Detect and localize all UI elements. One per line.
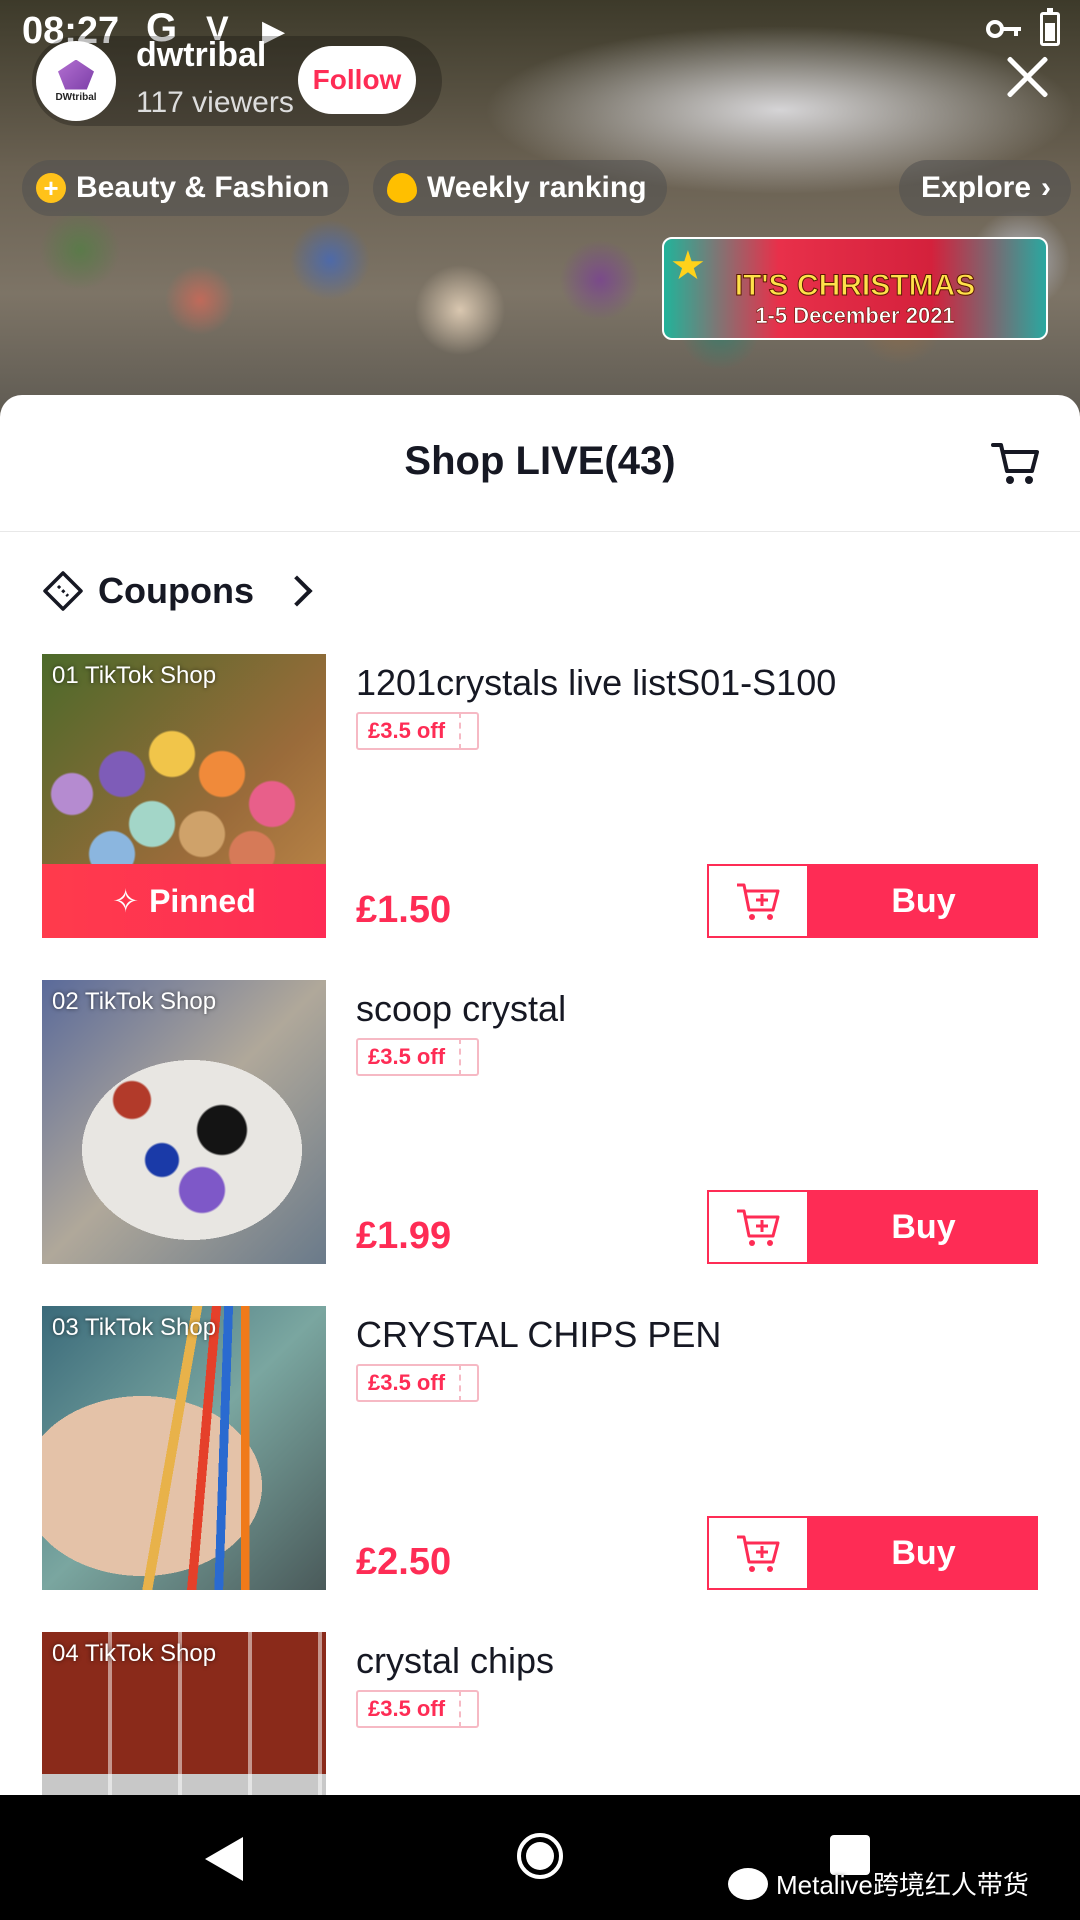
product-index-label: 02 TikTok Shop [52, 988, 217, 1015]
chip-label: Beauty & Fashion [76, 171, 330, 204]
shop-live-sheet: Shop LIVE(43) Coupons 01 TikTok Shop ✧ P… [0, 395, 1080, 1795]
product-title[interactable]: CRYSTAL CHIPS PEN [356, 1314, 721, 1356]
product-price: £1.99 [356, 1215, 452, 1257]
plus-coin-icon: + [36, 173, 66, 203]
product-title[interactable]: 1201crystals live listS01-S100 [356, 662, 836, 704]
product-index-label: 01 TikTok Shop [52, 662, 217, 689]
christmas-promo-banner[interactable]: ★ IT'S CHRISTMAS 1-5 December 2021 [662, 237, 1048, 340]
banner-headline: IT'S CHRISTMAS [734, 269, 976, 303]
chevron-right-icon: › [1041, 171, 1052, 204]
product-item[interactable]: 04 TikTok Shop crystal chips £3.5 off [42, 1632, 1038, 1795]
viewer-count: 117 viewers [136, 86, 294, 119]
product-index-label: 03 TikTok Shop [52, 1314, 217, 1341]
watermark-text: Metalive跨境红人带货 [776, 1870, 1029, 1900]
host-info[interactable]: DWtribal dwtribal 117 viewers Follow [32, 36, 442, 126]
status-indicators [986, 8, 1060, 46]
buy-controls: Buy [707, 1190, 1038, 1264]
add-to-cart-icon [737, 883, 780, 920]
pinned-badge: ✧ Pinned [42, 864, 326, 938]
flame-icon [387, 173, 417, 203]
sheet-header: Shop LIVE(43) [0, 395, 1080, 532]
product-thumbnail[interactable]: 03 TikTok Shop [42, 1306, 326, 1590]
coupon-ticket-icon [43, 571, 83, 611]
pin-icon: ✧ [112, 883, 140, 919]
product-title[interactable]: scoop crystal [356, 988, 566, 1030]
product-item[interactable]: 03 TikTok Shop CRYSTAL CHIPS PEN £3.5 of… [42, 1306, 1038, 1591]
coupons-label: Coupons [98, 570, 254, 611]
add-to-cart-button[interactable] [707, 1190, 809, 1264]
key-icon [986, 20, 1021, 38]
host-name: dwtribal [136, 36, 267, 74]
avatar-logo-text: DWtribal [55, 91, 97, 103]
battery-icon [1040, 8, 1060, 46]
buy-controls: Buy [707, 1516, 1038, 1590]
product-thumbnail[interactable]: 02 TikTok Shop [42, 980, 326, 1264]
product-thumbnail[interactable]: 04 TikTok Shop [42, 1632, 326, 1795]
coupon-tag: £3.5 off [356, 712, 480, 750]
follow-button[interactable]: Follow [298, 46, 416, 114]
coupon-tag: £3.5 off [356, 1038, 480, 1076]
coupon-tag: £3.5 off [356, 1690, 480, 1728]
crystal-logo-icon [58, 59, 94, 90]
product-thumbnail[interactable]: 01 TikTok Shop ✧ Pinned [42, 654, 326, 938]
coupons-link[interactable]: Coupons [42, 565, 313, 617]
wechat-icon [728, 1867, 768, 1900]
buy-button[interactable]: Buy [809, 864, 1038, 938]
buy-button[interactable]: Buy [809, 1190, 1038, 1264]
product-title[interactable]: crystal chips [356, 1640, 554, 1682]
buy-controls: Buy [707, 864, 1038, 938]
buy-button[interactable]: Buy [809, 1516, 1038, 1590]
pinned-label: Pinned [149, 882, 256, 919]
product-item[interactable]: 02 TikTok Shop scoop crystal £3.5 off £1… [42, 980, 1038, 1265]
chip-beauty-fashion[interactable]: + Beauty & Fashion [22, 160, 350, 216]
product-price: £1.50 [356, 889, 452, 931]
chip-label: Explore [921, 171, 1032, 204]
chevron-right-icon [281, 575, 313, 607]
product-item[interactable]: 01 TikTok Shop ✧ Pinned 1201crystals liv… [42, 654, 1038, 939]
add-to-cart-icon [737, 1209, 780, 1246]
home-icon[interactable] [517, 1833, 563, 1879]
chip-explore[interactable]: Explore › [899, 160, 1072, 216]
add-to-cart-button[interactable] [707, 864, 809, 938]
chip-weekly-ranking[interactable]: Weekly ranking [373, 160, 667, 216]
watermark: Metalive跨境红人带货 [728, 1865, 1029, 1902]
product-index-label: 04 TikTok Shop [52, 1640, 217, 1667]
product-price: £2.50 [356, 1541, 452, 1583]
cart-icon[interactable] [990, 437, 1042, 489]
coupon-tag: £3.5 off [356, 1364, 480, 1402]
add-to-cart-button[interactable] [707, 1516, 809, 1590]
add-to-cart-icon [737, 1535, 780, 1572]
system-nav-bar: Metalive跨境红人带货 [0, 1795, 1080, 1920]
chip-label: Weekly ranking [427, 171, 647, 204]
sheet-title: Shop LIVE(43) [404, 439, 676, 483]
banner-dates: 1-5 December 2021 [755, 303, 955, 329]
back-icon[interactable] [205, 1837, 243, 1881]
host-avatar[interactable]: DWtribal [36, 41, 116, 121]
close-icon[interactable] [1004, 54, 1050, 100]
